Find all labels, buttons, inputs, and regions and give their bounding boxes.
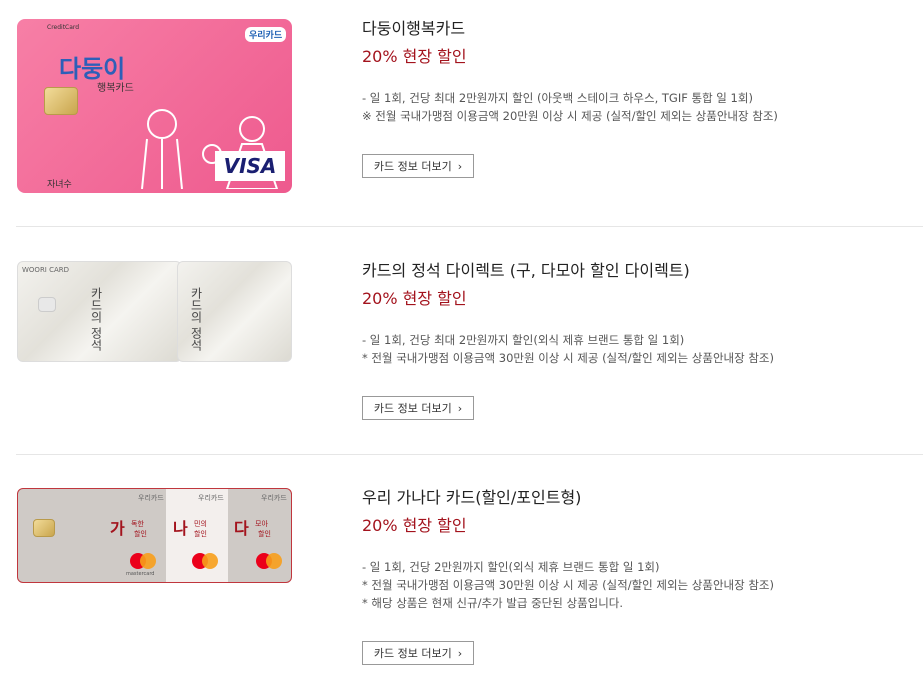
chip-icon xyxy=(33,519,55,537)
desc-line: * 전월 국내가맹점 이용금액 30만원 이상 시 제공 (실적/할인 제외는 … xyxy=(362,578,774,592)
chip-icon xyxy=(44,87,78,115)
card-image-ganada[interactable]: 우리카드 우리카드 우리카드 가 독한 할인 나 민의 할인 다 모아 할인 m… xyxy=(17,488,292,583)
card-title: 우리 가나다 카드(할인/포인트형) xyxy=(362,488,582,507)
card-info-1: 다둥이행복카드 20% 현장 할인 - 일 1회, 건당 최대 2만원까지 할인… xyxy=(362,19,778,125)
button-label: 카드 정보 더보기 xyxy=(373,160,452,173)
divider xyxy=(16,454,923,455)
mastercard-icon xyxy=(192,553,218,569)
chevron-right-icon: › xyxy=(457,401,463,415)
holder-label: 자녀수 xyxy=(47,180,72,190)
card-image-dadungi[interactable]: CreditCard 우리카드 다둥이 행복카드 VISA 자녀수 xyxy=(17,19,292,193)
card-name-vertical: 카드의 정석 xyxy=(89,287,103,351)
card-title: 카드의 정석 다이렉트 (구, 다모아 할인 다이렉트) xyxy=(362,261,690,280)
divider xyxy=(16,226,923,227)
panel-letter: 나 xyxy=(173,519,188,538)
card-title: 다둥이행복카드 xyxy=(362,19,466,38)
card-name-vertical: 카드의 정석 xyxy=(189,287,203,351)
button-label: 카드 정보 더보기 xyxy=(373,647,452,660)
card-front: WOORI CARD 카드의 정석 xyxy=(17,261,182,362)
bank-logo: 우리카드 xyxy=(138,494,164,502)
discount-text: 20% 현장 할인 xyxy=(362,516,467,535)
chevron-right-icon: › xyxy=(457,646,463,660)
card-type-label: CreditCard xyxy=(47,24,80,31)
discount-text: 20% 현장 할인 xyxy=(362,289,467,308)
bank-logo: 우리카드 xyxy=(245,27,287,42)
panel-word: 할인 xyxy=(134,530,147,538)
desc-line: - 일 1회, 건당 최대 2만원까지 할인 (아웃백 스테이크 하우스, TG… xyxy=(362,91,753,105)
card-more-button[interactable]: 카드 정보 더보기 › xyxy=(362,396,474,420)
card-back: 카드의 정석 xyxy=(177,261,292,362)
card-description: - 일 1회, 건당 최대 2만원까지 할인(외식 제휴 브랜드 통합 일 1회… xyxy=(362,331,774,367)
card-info-2: 카드의 정석 다이렉트 (구, 다모아 할인 다이렉트) 20% 현장 할인 -… xyxy=(362,261,774,367)
visa-logo: VISA xyxy=(215,151,285,181)
card-brand-label: WOORI CARD xyxy=(22,266,70,274)
card-more-button[interactable]: 카드 정보 더보기 › xyxy=(362,154,474,178)
card-info-3: 우리 가나다 카드(할인/포인트형) 20% 현장 할인 - 일 1회, 건당 … xyxy=(362,488,774,612)
panel-sub: 민의 xyxy=(194,520,207,528)
mastercard-label: mastercard xyxy=(126,571,155,577)
panel-sub: 독한 xyxy=(131,520,144,528)
card-more-button[interactable]: 카드 정보 더보기 › xyxy=(362,641,474,665)
bank-logo: 우리카드 xyxy=(261,494,287,502)
desc-line: - 일 1회, 건당 최대 2만원까지 할인(외식 제휴 브랜드 통합 일 1회… xyxy=(362,333,685,347)
desc-line: * 전월 국내가맹점 이용금액 30만원 이상 시 제공 (실적/할인 제외는 … xyxy=(362,351,774,365)
card-description: - 일 1회, 건당 최대 2만원까지 할인 (아웃백 스테이크 하우스, TG… xyxy=(362,89,778,125)
desc-line: - 일 1회, 건당 2만원까지 할인(외식 제휴 브랜드 통합 일 1회) xyxy=(362,560,660,574)
card-description: - 일 1회, 건당 2만원까지 할인(외식 제휴 브랜드 통합 일 1회) *… xyxy=(362,558,774,612)
bank-logo: 우리카드 xyxy=(198,494,224,502)
panel-letter: 다 xyxy=(234,519,249,538)
chip-icon xyxy=(38,297,56,312)
panel-word: 할인 xyxy=(194,530,207,538)
card-image-jeongseok[interactable]: WOORI CARD 카드의 정석 카드의 정석 xyxy=(17,261,292,362)
panel-letter: 가 xyxy=(110,519,125,538)
panel-word: 할인 xyxy=(258,530,271,538)
button-label: 카드 정보 더보기 xyxy=(373,402,452,415)
desc-line: ※ 전월 국내가맹점 이용금액 20만원 이상 시 제공 (실적/할인 제외는 … xyxy=(362,109,778,123)
discount-text: 20% 현장 할인 xyxy=(362,47,467,66)
chevron-right-icon: › xyxy=(457,159,463,173)
mastercard-icon xyxy=(256,553,282,569)
desc-line: * 해당 상품은 현재 신규/추가 발급 중단된 상품입니다. xyxy=(362,596,624,610)
mastercard-icon xyxy=(130,553,156,569)
panel-sub: 모아 xyxy=(255,520,268,528)
